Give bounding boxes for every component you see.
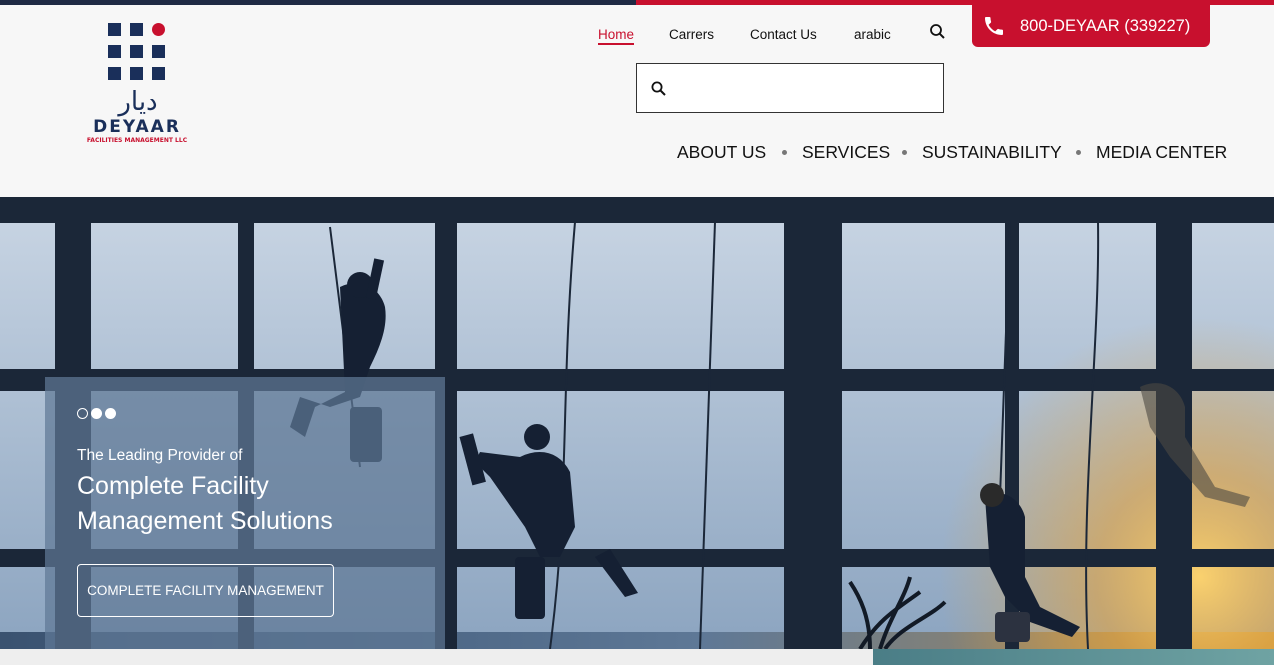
search-toggle-icon[interactable] <box>928 22 948 42</box>
site-header: ديار DEYAAR FACILITIES MANAGEMENT LLC Ho… <box>0 5 1274 197</box>
main-nav-media-center[interactable]: MEDIA CENTER <box>1096 142 1227 163</box>
next-section-image <box>873 649 1274 665</box>
phone-number: 800-DEYAAR (339227) <box>1020 16 1191 35</box>
hero-headline: Complete Facility Management Solutions <box>77 469 437 539</box>
search-box <box>636 63 944 113</box>
logo-subtitle: FACILITIES MANAGEMENT LLC <box>86 137 188 144</box>
nav-separator <box>902 150 907 155</box>
hero-lead-text: The Leading Provider of <box>77 447 243 464</box>
top-nav-arabic[interactable]: arabic <box>854 27 891 42</box>
phone-icon <box>982 14 1006 38</box>
slider-dot-1[interactable] <box>77 408 88 419</box>
nav-separator <box>1076 150 1081 155</box>
main-nav-sustainability[interactable]: SUSTAINABILITY <box>922 142 1062 163</box>
logo-name: DEYAAR <box>93 117 181 137</box>
phone-button[interactable]: 800-DEYAAR (339227) <box>972 5 1210 47</box>
search-icon <box>650 80 668 98</box>
main-nav-services[interactable]: SERVICES <box>802 142 890 163</box>
hero-headline-line1: Complete Facility <box>77 472 269 500</box>
search-input[interactable] <box>681 74 931 104</box>
top-nav-contact-us[interactable]: Contact Us <box>750 27 817 42</box>
nav-separator <box>782 150 787 155</box>
logo[interactable]: ديار DEYAAR FACILITIES MANAGEMENT LLC <box>80 21 200 151</box>
hero-cta-button[interactable]: COMPLETE FACILITY MANAGEMENT <box>77 564 334 617</box>
main-nav-about-us[interactable]: ABOUT US <box>677 142 766 163</box>
hero-caption-panel: The Leading Provider of Complete Facilit… <box>45 377 445 649</box>
logo-arabic-name: ديار <box>118 87 158 117</box>
hero-headline-line2: Management Solutions <box>77 507 333 535</box>
hero-slider: The Leading Provider of Complete Facilit… <box>0 197 1274 649</box>
top-nav-careers[interactable]: Carrers <box>669 27 714 42</box>
logo-grid-icon <box>108 23 168 83</box>
slider-dot-3[interactable] <box>105 408 116 419</box>
top-nav-home[interactable]: Home <box>598 27 635 45</box>
slider-dot-2[interactable] <box>91 408 102 419</box>
